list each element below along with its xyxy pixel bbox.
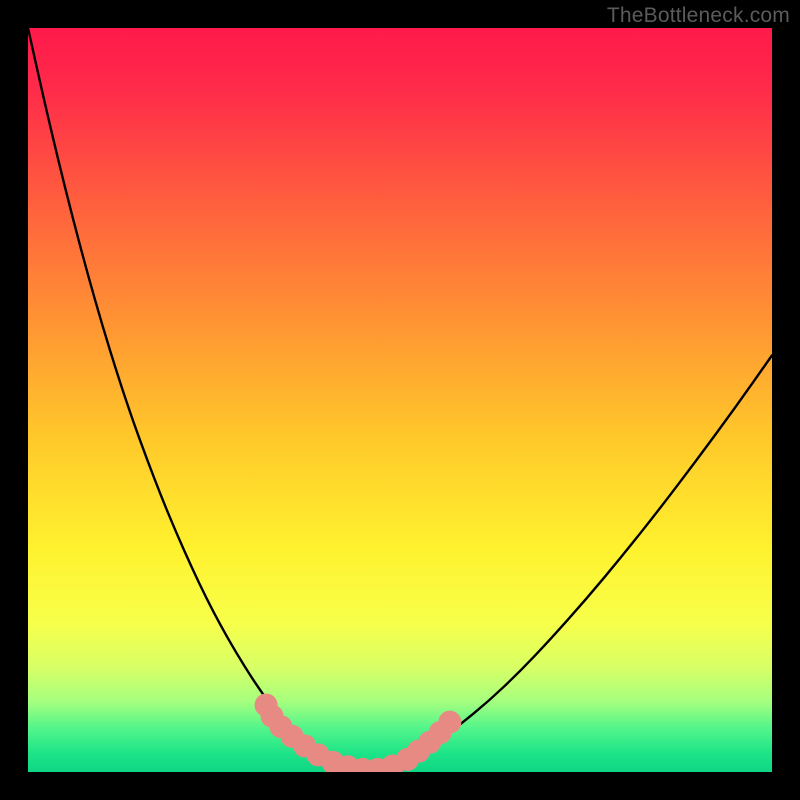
gradient-background [28,28,772,772]
curve-marker [438,711,461,734]
watermark-text: TheBottleneck.com [607,4,790,28]
plot-svg [28,28,772,772]
chart-frame: TheBottleneck.com [0,0,800,800]
plot-area [28,28,772,772]
